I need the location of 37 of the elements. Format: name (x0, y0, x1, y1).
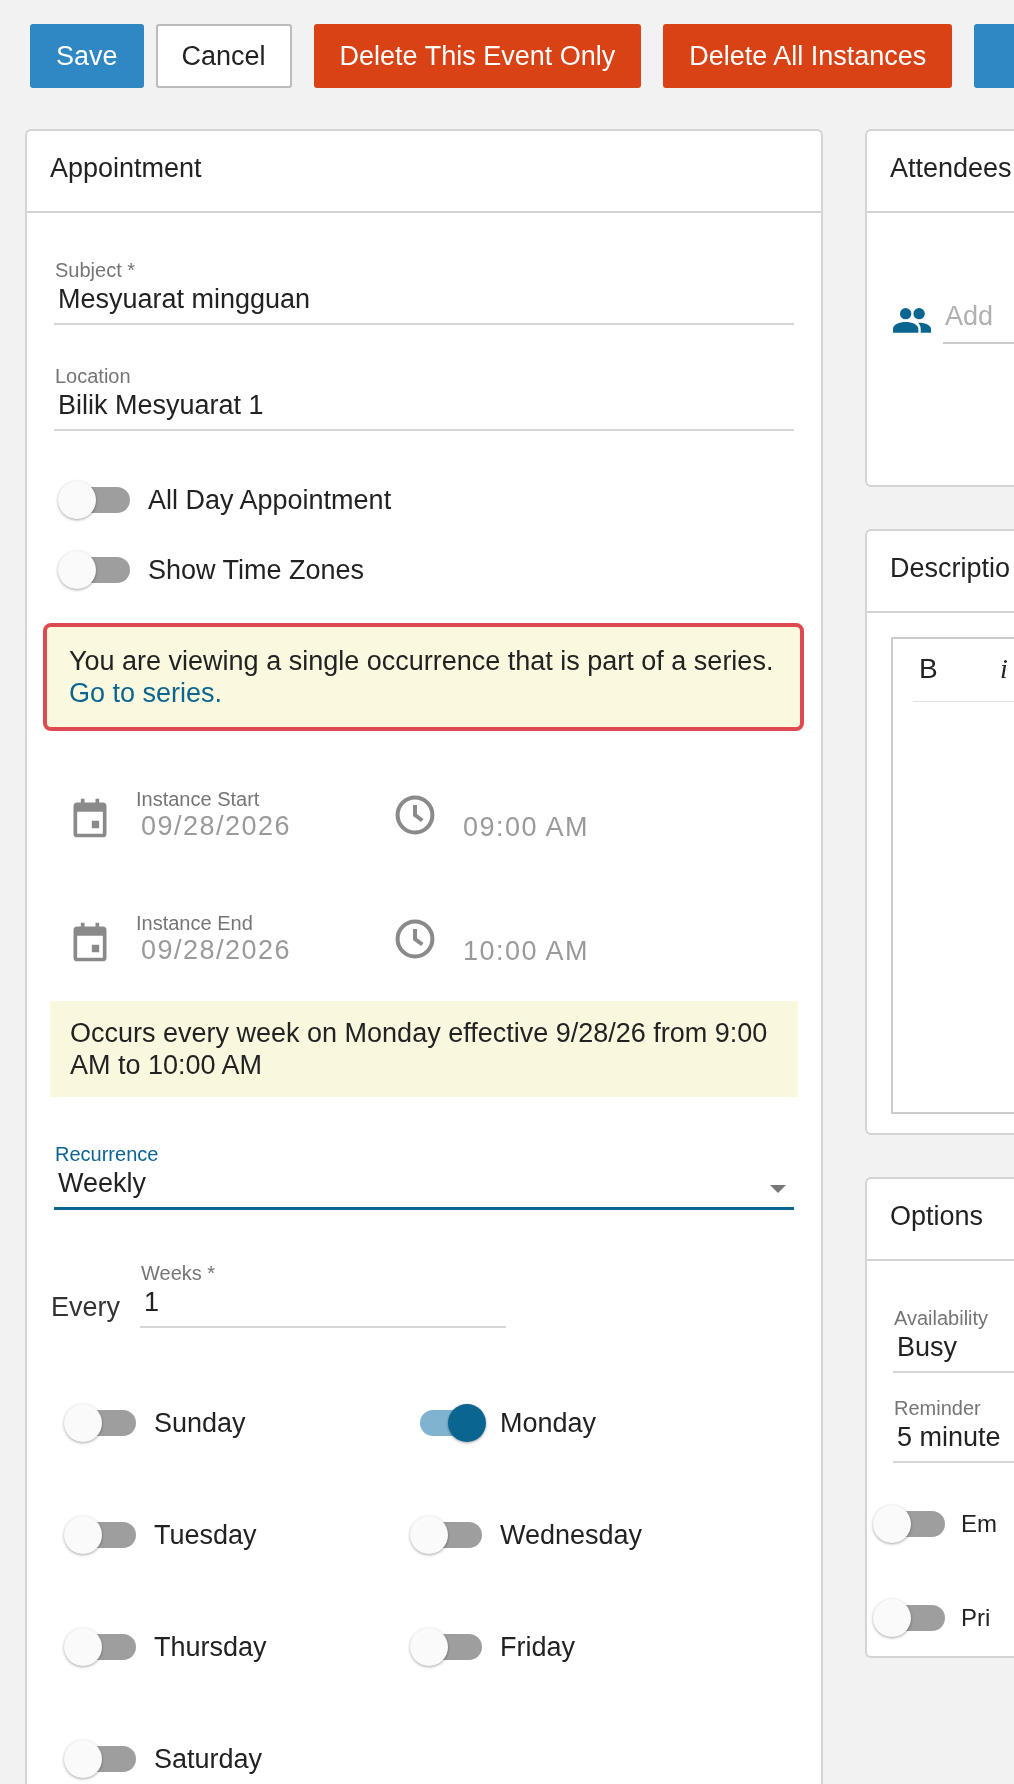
italic-button[interactable]: i (994, 653, 1014, 685)
card-title: Attendees (867, 131, 1014, 213)
text-field[interactable]: Subject * Mesyuarat mingguan (54, 253, 794, 325)
every-label: Every (51, 1292, 121, 1323)
day-label: Saturday (154, 1743, 263, 1775)
toggle-label: Em (961, 1510, 997, 1538)
toggle-label: Pri (961, 1604, 991, 1632)
day-label: Monday (500, 1407, 597, 1439)
weeks-field[interactable]: Weeks * 1 (140, 1256, 507, 1328)
toggle-label: Show Time Zones (148, 554, 365, 586)
card-title: Options (867, 1179, 1014, 1261)
save-button[interactable]: Save (30, 24, 144, 88)
clock-icon[interactable] (393, 917, 437, 961)
date-field[interactable]: Instance End 09/28/2026 (112, 912, 393, 966)
series-notice: You are viewing a single occurrence that is part of a series. Go to series. (43, 623, 804, 731)
text-field[interactable]: Location Bilik Mesyuarat 1 (54, 359, 794, 431)
delete-button[interactable]: Delete All Instances (663, 24, 953, 88)
dropdown-field[interactable]: Reminder 5 minute (893, 1391, 1014, 1463)
day-label: Friday (500, 1631, 575, 1663)
day-label: Thursday (154, 1631, 267, 1663)
bold-button[interactable]: B (913, 653, 994, 685)
card-title: Descriptio (867, 531, 1014, 613)
date-field[interactable]: Instance Start 09/28/2026 (112, 788, 393, 842)
series-link[interactable]: Go to series. (69, 678, 223, 708)
recurrence-summary: Occurs every week on Monday effective 9/28/26 from 9:00 AM to 10:00 AM (50, 1001, 798, 1097)
cancel-button[interactable]: Cancel (155, 24, 292, 88)
description-editor[interactable]: B i (891, 637, 1014, 1114)
recurrence-dropdown[interactable]: Recurrence Weekly (54, 1137, 794, 1210)
toggle-label: All Day Appointment (148, 484, 392, 516)
dropdown-field[interactable]: Availability Busy (893, 1301, 1014, 1373)
day-label: Sunday (154, 1407, 246, 1439)
day-label: Tuesday (154, 1519, 257, 1551)
delete-button[interactable]: Delete This Event Only (313, 24, 642, 88)
caret-icon (770, 1185, 786, 1193)
clock-icon[interactable] (393, 793, 437, 837)
day-label: Wednesday (500, 1519, 643, 1551)
card-title: Appointment (27, 131, 821, 213)
